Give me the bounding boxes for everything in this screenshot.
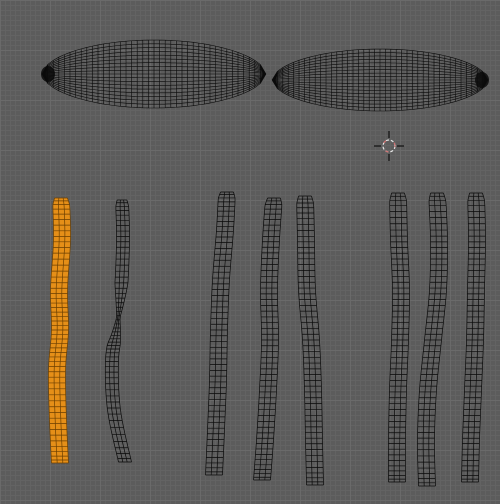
3d-viewport[interactable] — [0, 0, 500, 504]
viewport-canvas[interactable] — [0, 0, 500, 504]
